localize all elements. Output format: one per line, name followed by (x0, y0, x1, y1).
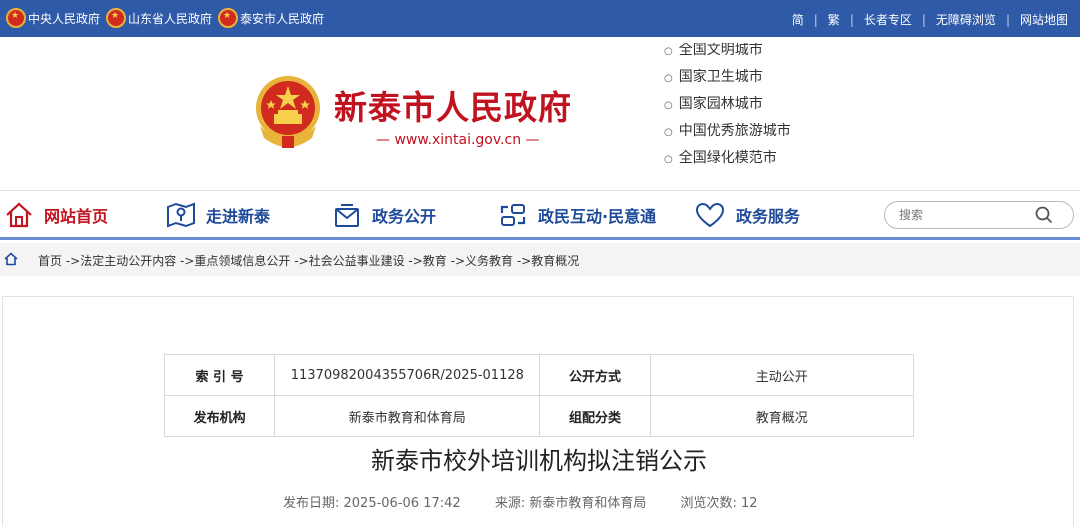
breadcrumb: 首页 ->法定主动公开内容 ->重点领域信息公开 ->社会公益事业建设 ->教育… (0, 243, 1080, 276)
main-nav: 网站首页 走进新泰 政务公开 政民互动·民意通 政务服务 (0, 190, 1080, 240)
sitemap-link[interactable]: 网站地图 (1020, 11, 1068, 28)
divider: | (921, 12, 926, 27)
nav-item-home[interactable]: 网站首页 (4, 201, 108, 229)
site-url: — www.xintai.gov.cn — (376, 132, 540, 148)
org-label: 发布机构 (163, 395, 276, 437)
index-label: 索 引 号 (163, 354, 276, 396)
nav-item-label: 走进新泰 (206, 207, 271, 226)
interaction-icon (500, 204, 526, 226)
nav-item-label: 网站首页 (44, 207, 109, 226)
site-header: 新泰市人民政府 — www.xintai.gov.cn — 全国文明城市 国家卫… (0, 37, 1080, 190)
link-label: 泰安市人民政府 (240, 11, 325, 26)
map-icon (167, 202, 195, 228)
article-title: 新泰市校外培训机构拟注销公示 (371, 447, 707, 475)
nav-item-label: 政民互动·民意通 (538, 207, 657, 226)
nav-item-gov-services[interactable]: 政务服务 (694, 201, 800, 229)
search-box (884, 201, 1074, 229)
metadata-table: 索 引 号 11370982004355706R/2025-01128 公开方式… (163, 354, 915, 437)
top-links-right: 简 | 繁 | 长者专区 | 无障碍浏览 | 网站地图 (792, 11, 1068, 28)
divider: | (1005, 12, 1010, 27)
honors-ticker: 全国文明城市 国家卫生城市 国家园林城市 中国优秀旅游城市 全国绿化模范市 (664, 43, 864, 167)
traditional-chinese-link[interactable]: 繁 (828, 11, 840, 28)
nav-item-interaction[interactable]: 政民互动·民意通 (498, 201, 656, 229)
mode-value: 主动公开 (649, 354, 915, 396)
view-count: 浏览次数: 12 (680, 496, 758, 511)
nav-item-about-xintai[interactable]: 走进新泰 (166, 201, 270, 229)
home-icon (4, 252, 18, 266)
honor-item: 全国文明城市 (664, 43, 791, 64)
search-input[interactable] (899, 206, 1029, 224)
top-bar: 中央人民政府 山东省人民政府 泰安市人民政府 简 | 繁 | 长者专区 | 无障碍浏览… (0, 0, 1080, 37)
nav-item-label: 政务公开 (372, 207, 437, 226)
home-icon (6, 202, 32, 228)
site-title[interactable]: 新泰市人民政府 (334, 81, 572, 129)
mode-label: 公开方式 (539, 354, 651, 396)
simplified-chinese-link[interactable]: 简 (792, 11, 804, 28)
honor-item: 国家园林城市 (664, 91, 791, 118)
breadcrumb-path[interactable]: 首页 ->法定主动公开内容 ->重点领域信息公开 ->社会公益事业建设 ->教育… (38, 252, 579, 269)
category-label: 组配分类 (539, 395, 651, 437)
national-emblem-logo-icon[interactable] (254, 74, 322, 150)
index-value: 11370982004355706R/2025-01128 (274, 354, 541, 396)
article-info: 发布日期: 2025-06-06 17:42 来源: 新泰市教育和体育局 浏览次… (283, 492, 788, 511)
publish-date: 发布日期: 2025-06-06 17:42 (283, 496, 461, 511)
divider: | (813, 12, 818, 27)
divider: | (849, 12, 854, 27)
national-emblem-icon (106, 8, 127, 28)
nav-item-gov-affairs[interactable]: 政务公开 (332, 201, 436, 229)
elderly-zone-link[interactable]: 长者专区 (864, 11, 912, 28)
honor-item: 全国绿化模范市 (664, 145, 791, 167)
top-links-left: 中央人民政府 山东省人民政府 泰安市人民政府 (6, 8, 330, 28)
document-icon (335, 204, 359, 227)
table-row: 索 引 号 11370982004355706R/2025-01128 公开方式… (163, 354, 915, 396)
org-value: 新泰市教育和体育局 (274, 395, 541, 437)
link-shandong-gov[interactable]: 山东省人民政府 (106, 8, 212, 28)
national-emblem-icon (218, 8, 239, 28)
link-taian-gov[interactable]: 泰安市人民政府 (218, 8, 324, 28)
honor-item: 国家卫生城市 (664, 64, 791, 91)
link-label: 山东省人民政府 (128, 11, 213, 26)
category-value: 教育概况 (649, 395, 915, 437)
nav-item-label: 政务服务 (736, 207, 801, 226)
search-icon[interactable] (1035, 206, 1053, 224)
link-label: 中央人民政府 (28, 11, 101, 26)
link-central-gov[interactable]: 中央人民政府 (6, 8, 100, 28)
honor-item: 中国优秀旅游城市 (664, 118, 791, 145)
national-emblem-icon (6, 8, 26, 28)
article-panel: 索 引 号 11370982004355706R/2025-01128 公开方式… (2, 296, 1074, 526)
article-source: 来源: 新泰市教育和体育局 (494, 496, 647, 511)
heart-hands-icon (695, 202, 725, 228)
accessibility-link[interactable]: 无障碍浏览 (936, 11, 996, 28)
table-row: 发布机构 新泰市教育和体育局 组配分类 教育概况 (163, 395, 915, 437)
